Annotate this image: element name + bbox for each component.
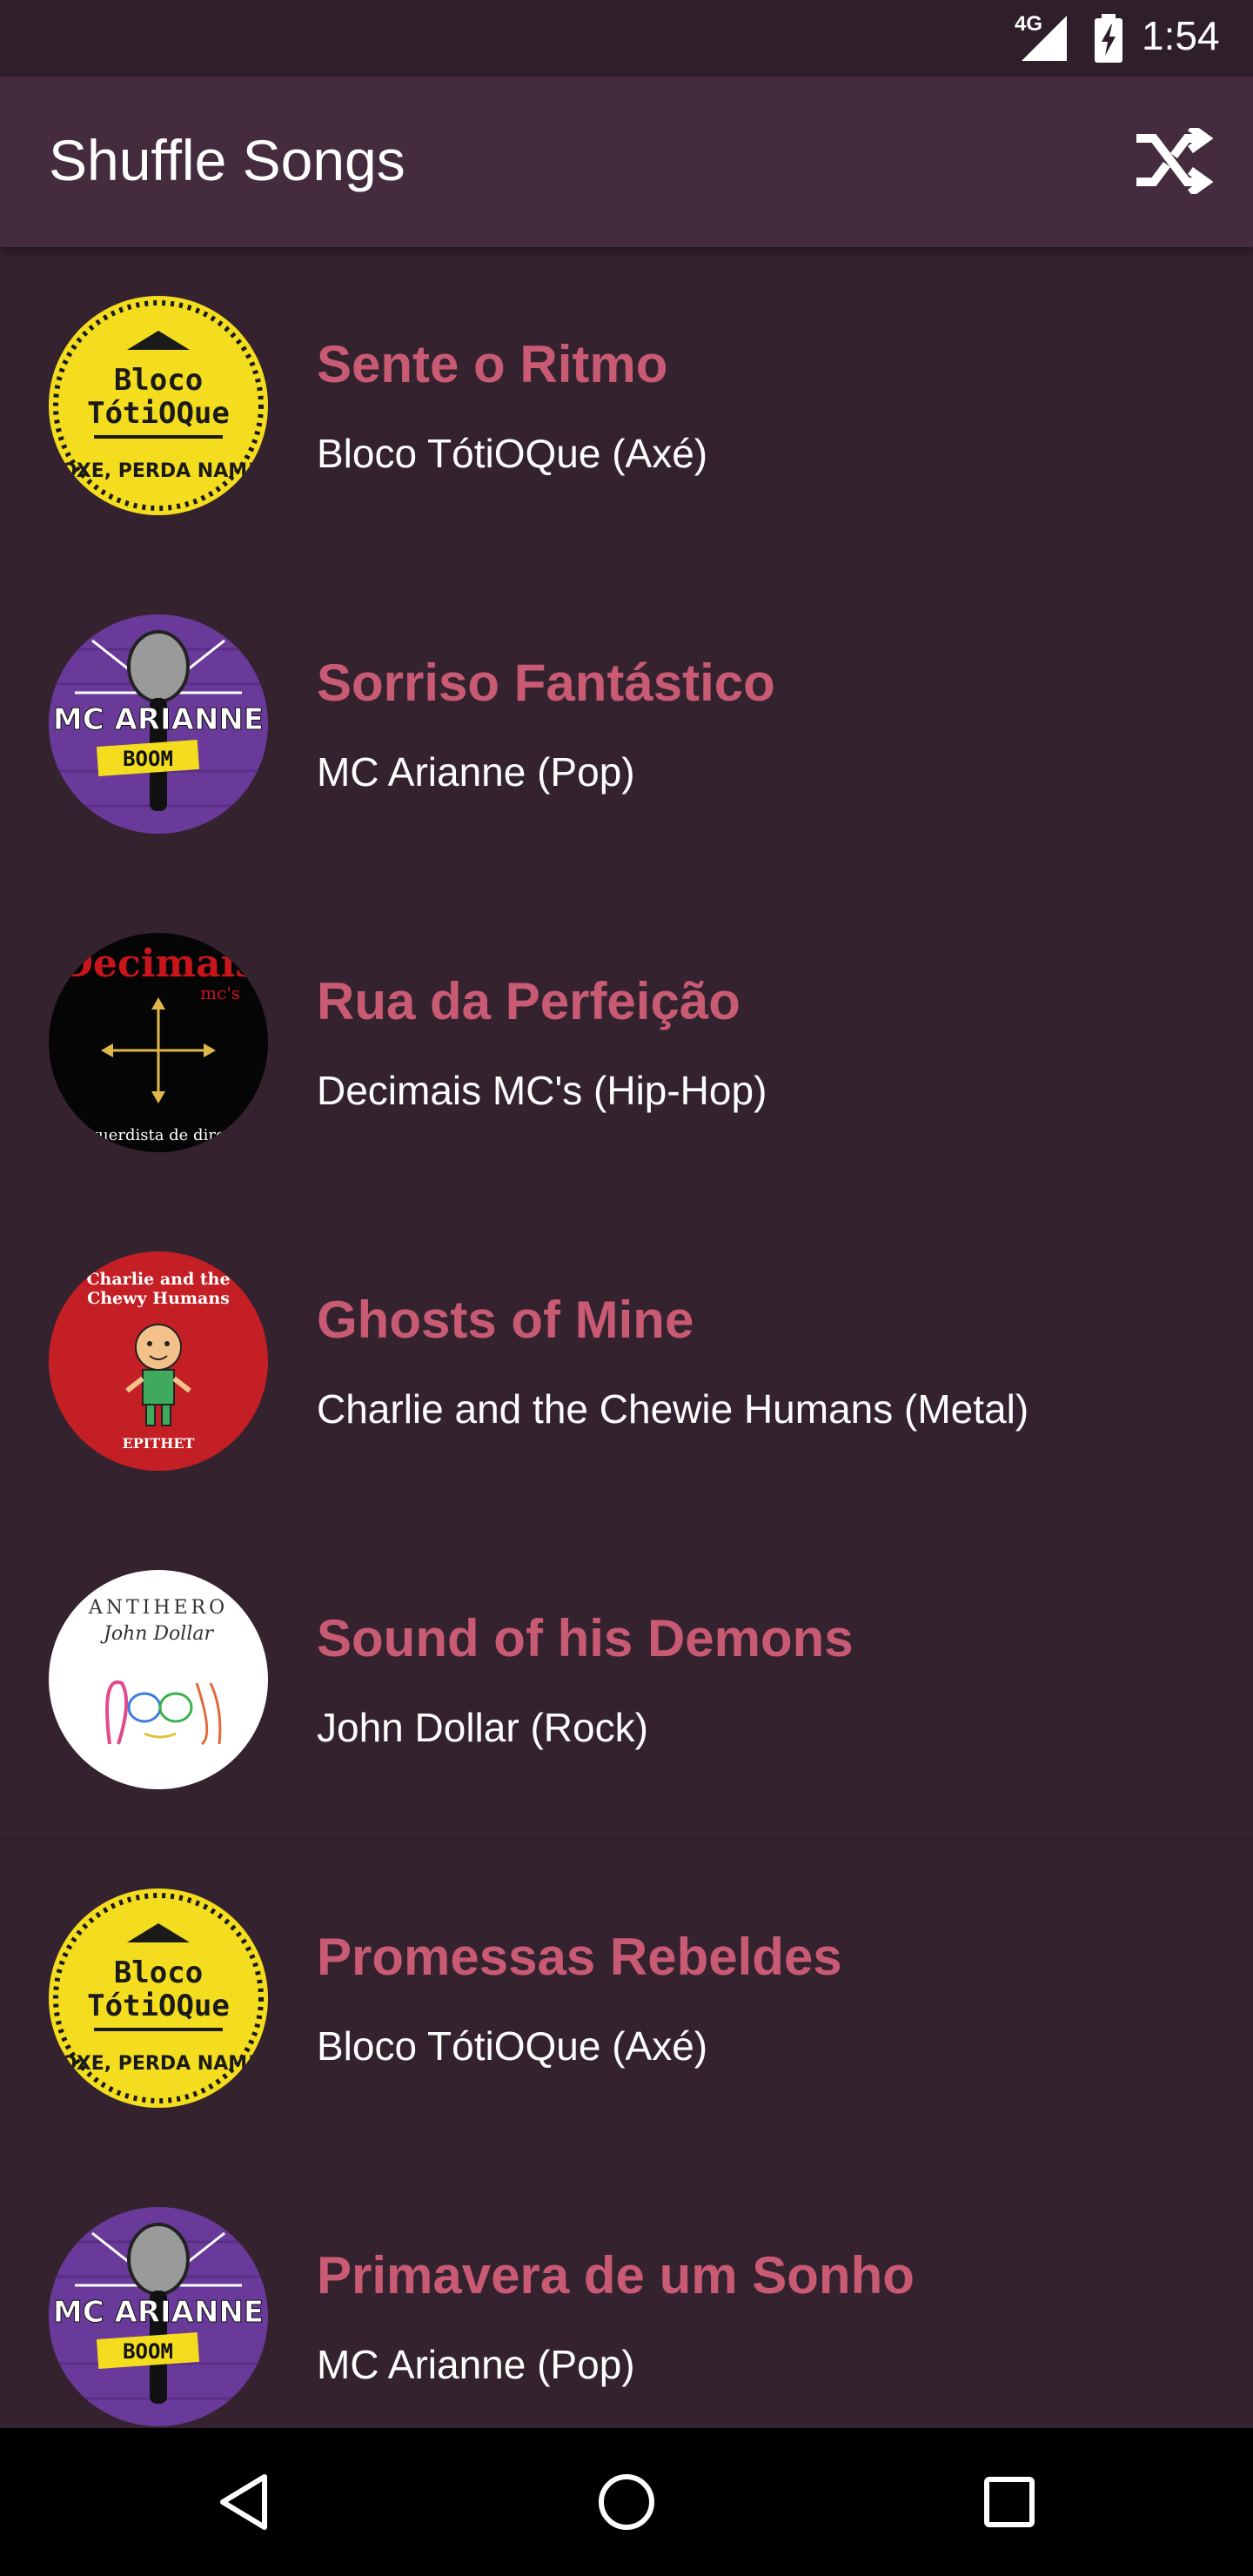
cover-text: mc's — [200, 983, 240, 1003]
cover-text: EPITHET — [123, 1435, 195, 1452]
cover-text: MC ARIANNE — [53, 2295, 264, 2330]
cover-text: OXE, PERDA NAM! — [61, 2053, 256, 2075]
cover-text: John Dollar — [100, 1623, 214, 1645]
recents-button[interactable] — [957, 2454, 1062, 2550]
page-title: Shuffle Songs — [49, 128, 405, 192]
cover-text: Bloco — [114, 1955, 203, 1990]
home-button[interactable] — [574, 2454, 679, 2550]
album-cover-bloco: Bloco TótiOQue OXE, PERDA NAM! — [49, 1888, 268, 2108]
song-list[interactable]: Bloco TótiOQue OXE, PERDA NAM! Sente o R… — [0, 247, 1253, 2428]
back-button[interactable] — [191, 2454, 296, 2550]
album-cover-mcarianne: MC ARIANNE BOOM — [49, 614, 268, 834]
song-list-item[interactable]: Bloco TótiOQue OXE, PERDA NAM! Promessas… — [0, 1840, 1253, 2158]
album-cover-mcarianne: MC ARIANNE BOOM — [49, 2207, 268, 2426]
cover-text: BOOM — [123, 2339, 173, 2364]
cover-text: Decimais — [60, 942, 257, 986]
song-list-item[interactable]: Charlie and the Chewy Humans EPITHET Gho… — [0, 1203, 1253, 1521]
cover-text: MC ARIANNE — [53, 702, 264, 737]
song-artist: Bloco TótiOQue (Axé) — [317, 2023, 708, 2069]
cover-text: TótiOQue — [87, 1989, 230, 2023]
app-bar: Shuffle Songs — [0, 77, 1253, 247]
cover-text: TótiOQue — [87, 396, 230, 431]
cover-text: Chewy Humans — [87, 1289, 230, 1308]
song-title: Sound of his Demons — [317, 1609, 854, 1667]
cover-text: BOOM — [123, 747, 173, 771]
song-title: Primavera de um Sonho — [317, 2246, 915, 2304]
song-artist: MC Arianne (Pop) — [317, 749, 635, 795]
song-artist: Decimais MC's (Hip-Hop) — [317, 1068, 767, 1113]
status-bar: 4G 1:54 — [0, 0, 1253, 77]
recents-icon — [984, 2477, 1035, 2527]
back-icon — [220, 2474, 267, 2530]
album-cover-antihero: ANTIHERO John Dollar — [49, 1570, 268, 1789]
song-list-item[interactable]: MC ARIANNE BOOM Primavera de um Sonho MC… — [0, 2158, 1253, 2428]
status-time: 1:54 — [1142, 13, 1220, 58]
song-title: Sente o Ritmo — [317, 335, 668, 393]
shuffle-button[interactable] — [1131, 122, 1218, 200]
song-artist: MC Arianne (Pop) — [317, 2342, 635, 2387]
home-icon — [599, 2474, 654, 2530]
song-title: Promessas Rebeldes — [317, 1928, 842, 1986]
cover-text: Charlie and the — [86, 1270, 230, 1289]
cover-text: Bloco — [114, 363, 203, 398]
cover-text: esquerdista de direita — [71, 1126, 246, 1144]
song-title: Rua da Perfeição — [317, 972, 740, 1030]
song-artist: Charlie and the Chewie Humans (Metal) — [317, 1386, 1029, 1432]
album-cover-bloco: Bloco TótiOQue OXE, PERDA NAM! — [49, 296, 268, 515]
navigation-bar — [0, 2428, 1253, 2576]
album-cover-charlie: Charlie and the Chewy Humans EPITHET — [49, 1251, 268, 1471]
network-type: 4G — [1015, 12, 1043, 36]
cover-text: OXE, PERDA NAM! — [61, 460, 256, 482]
song-artist: John Dollar (Rock) — [317, 1705, 648, 1750]
song-title: Sorriso Fantástico — [317, 654, 775, 712]
song-title: Ghosts of Mine — [317, 1291, 694, 1349]
song-list-item[interactable]: ANTIHERO John Dollar Sound of his Demons… — [0, 1521, 1253, 1840]
shuffle-icon — [1136, 128, 1213, 194]
battery-charging-icon — [1095, 14, 1122, 63]
cover-text: ANTIHERO — [88, 1597, 228, 1619]
song-artist: Bloco TótiOQue (Axé) — [317, 431, 708, 476]
song-list-item[interactable]: Bloco TótiOQue OXE, PERDA NAM! Sente o R… — [0, 247, 1253, 566]
song-list-item[interactable]: Decimais mc's esquerdista de direita Rua… — [0, 884, 1253, 1203]
song-list-item[interactable]: MC ARIANNE BOOM Sorriso Fantástico MC Ar… — [0, 566, 1253, 884]
album-cover-decimais: Decimais mc's esquerdista de direita — [49, 933, 268, 1152]
